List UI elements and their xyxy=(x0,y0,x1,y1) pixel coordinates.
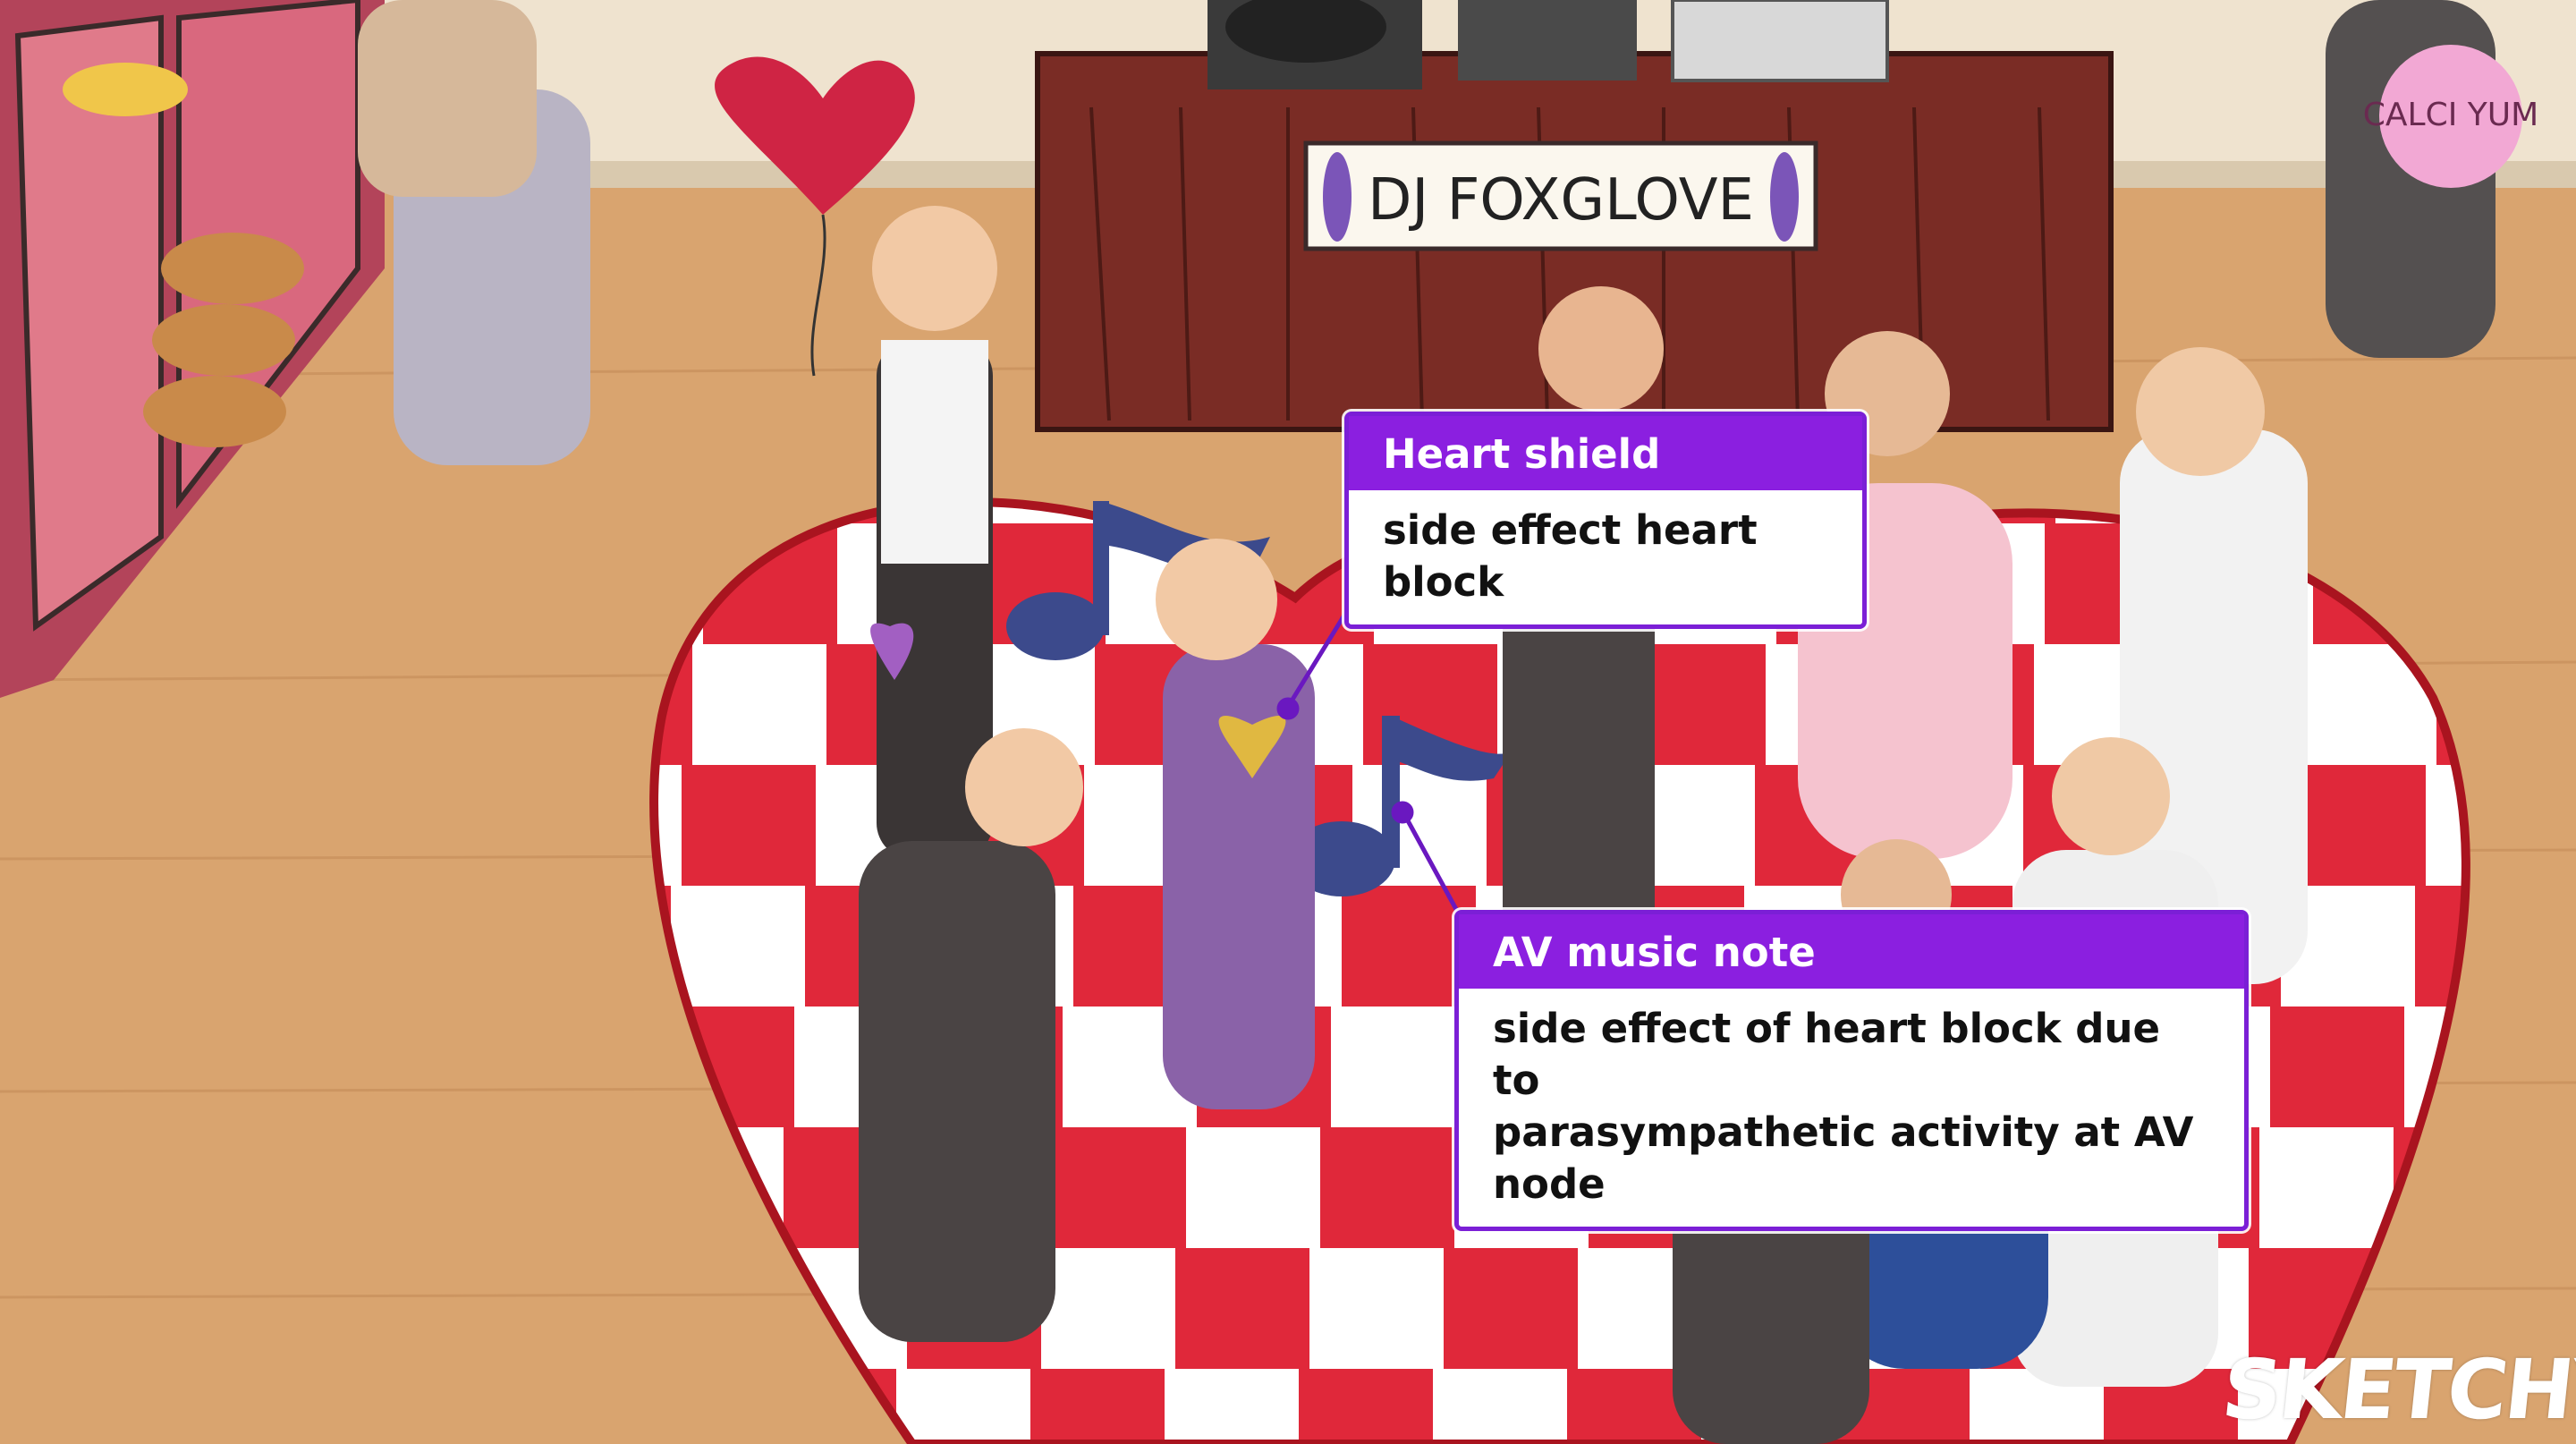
floor-tile xyxy=(2292,765,2426,886)
floor-tile xyxy=(1299,1369,1433,1444)
callout-av-music-note-line-1: side effect of heart block due to xyxy=(1493,1005,2160,1104)
floor-tile xyxy=(1320,1127,1454,1248)
callout-heart-shield-body: side effect heart block xyxy=(1349,490,1862,624)
floor-tile xyxy=(2270,1007,2404,1127)
floor-tile xyxy=(1444,1248,1578,1369)
floor-tile xyxy=(1052,1127,1186,1248)
callout-heart-shield: Heart shield side effect heart block xyxy=(1344,412,1867,629)
callout-av-music-note-title: AV music note xyxy=(1459,914,2244,989)
illustration-stage: DJ FOXGLOVE CALCI YUM Heart shield side … xyxy=(0,0,2576,1444)
callout-av-music-note-body: side effect of heart block due to parasy… xyxy=(1459,989,2244,1227)
sketchy-logo: SKETCHY xyxy=(2217,1342,2576,1438)
floor-tile xyxy=(1030,1369,1165,1444)
dj-sign: DJ FOXGLOVE xyxy=(1303,140,1818,251)
callout-heart-shield-title: Heart shield xyxy=(1349,416,1862,490)
floor-tile xyxy=(682,765,816,886)
floor-tile xyxy=(1175,1248,1309,1369)
dj-sign-text: DJ FOXGLOVE xyxy=(1368,167,1754,234)
callout-heart-shield-line: side effect heart block xyxy=(1383,506,1758,606)
callout-av-music-note-line-2: parasympathetic activity at AV node xyxy=(1493,1108,2194,1208)
tub-text: CALCI YUM xyxy=(2363,97,2538,133)
callout-av-music-note: AV music note side effect of heart block… xyxy=(1454,910,2249,1231)
